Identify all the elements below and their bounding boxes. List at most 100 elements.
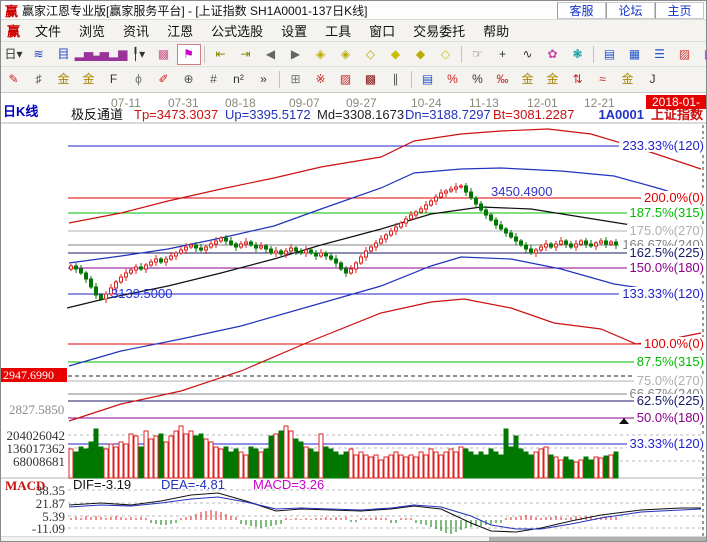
- candle-body: [510, 233, 513, 237]
- candle-body: [610, 242, 613, 244]
- candle-body: [450, 189, 453, 191]
- param-dn: Dn=3188.7297: [405, 108, 491, 122]
- candle-body: [380, 239, 383, 243]
- volume-bar: [534, 452, 538, 478]
- candle-body: [205, 247, 208, 250]
- candle-body: [75, 266, 78, 269]
- symbol-code: 1A0001: [598, 108, 644, 122]
- candle-body: [200, 248, 203, 250]
- volume-bar: [459, 447, 463, 478]
- volume-bar: [144, 431, 148, 478]
- param-md: Md=3308.1673: [317, 108, 404, 122]
- candle-body: [430, 201, 433, 205]
- volume-bar: [579, 460, 583, 478]
- volume-bar: [299, 442, 303, 478]
- volume-bar: [524, 452, 528, 478]
- volume-bar: [129, 434, 133, 478]
- candle-body: [210, 244, 213, 247]
- chart-canvas[interactable]: [1, 1, 706, 541]
- volume-bar: [394, 452, 398, 478]
- candle-body: [420, 209, 423, 212]
- volume-bar: [174, 431, 178, 478]
- volume-bar: [614, 452, 618, 478]
- volume-bar: [139, 447, 143, 478]
- candle-body: [175, 253, 178, 256]
- volume-bar: [594, 457, 598, 478]
- dea-value: DEA=-4.81: [161, 478, 225, 492]
- volume-bar: [319, 434, 323, 478]
- volume-bar: [454, 452, 458, 478]
- candle-body: [275, 251, 278, 253]
- candle-body: [250, 242, 253, 245]
- volume-bar: [114, 447, 118, 478]
- candle-body: [600, 241, 603, 243]
- volume-bar: [469, 452, 473, 478]
- volume-bar: [519, 449, 523, 478]
- volume-bar: [294, 439, 298, 478]
- candle-body: [390, 231, 393, 235]
- candle-body: [220, 238, 223, 241]
- candle-body: [135, 267, 138, 270]
- candle-body: [330, 256, 333, 259]
- candle-body: [155, 259, 158, 262]
- period-label: 日K线: [3, 105, 38, 119]
- volume-bar: [374, 455, 378, 478]
- volume-bar: [434, 452, 438, 478]
- volume-bar: [574, 462, 578, 478]
- candle-body: [255, 245, 258, 248]
- volume-bar: [349, 449, 353, 478]
- candle-body: [410, 215, 413, 219]
- volume-bar: [339, 455, 343, 478]
- candle-body: [365, 251, 368, 257]
- candle-body: [470, 192, 473, 198]
- volume-bar: [109, 444, 113, 478]
- low-price-label: 2827.5850: [9, 403, 64, 417]
- volume-bar: [479, 452, 483, 478]
- candle-body: [375, 243, 378, 247]
- candle-body: [475, 198, 478, 204]
- candle-body: [565, 241, 568, 244]
- volume-bar: [514, 436, 518, 478]
- volume-bar: [124, 444, 128, 478]
- candle-body: [310, 250, 313, 253]
- volume-axis-value-2: 68008681: [1, 455, 65, 468]
- volume-bar: [559, 460, 563, 478]
- volume-bar: [119, 442, 123, 478]
- candle-body: [265, 246, 268, 249]
- volume-bar: [449, 449, 453, 478]
- volume-bar: [194, 436, 198, 478]
- candle-body: [440, 193, 443, 197]
- candle-body: [85, 273, 88, 279]
- candle-body: [345, 269, 348, 273]
- volume-bar: [274, 434, 278, 478]
- candle-body: [580, 241, 583, 244]
- param-up: Up=3395.5172: [225, 108, 311, 122]
- volume-bar: [334, 452, 338, 478]
- volume-bar: [74, 452, 78, 478]
- candle-body: [425, 205, 428, 209]
- volume-bar: [444, 452, 448, 478]
- volume-bar: [354, 455, 358, 478]
- candle-body: [495, 220, 498, 225]
- volume-bar: [554, 457, 558, 478]
- macd-line-dif: [69, 493, 701, 532]
- candle-body: [585, 241, 588, 244]
- candle-body: [385, 235, 388, 239]
- candle-body: [490, 215, 493, 220]
- price-line-label: 3139.5000: [111, 287, 172, 301]
- candle-body: [90, 279, 93, 287]
- volume-bar: [409, 455, 413, 478]
- horizontal-scrollbar-thumb[interactable]: [489, 537, 706, 541]
- volume-bar: [224, 447, 228, 478]
- candle-body: [480, 204, 483, 210]
- candle-body: [190, 245, 193, 247]
- volume-bar: [279, 431, 283, 478]
- candle-body: [150, 262, 153, 265]
- candle-body: [525, 245, 528, 249]
- volume-bar: [134, 436, 138, 478]
- volume-bar: [184, 434, 188, 478]
- volume-bar: [314, 452, 318, 478]
- channel-curve-up: [69, 168, 701, 263]
- volume-bar: [544, 447, 548, 478]
- volume-bar: [539, 449, 543, 478]
